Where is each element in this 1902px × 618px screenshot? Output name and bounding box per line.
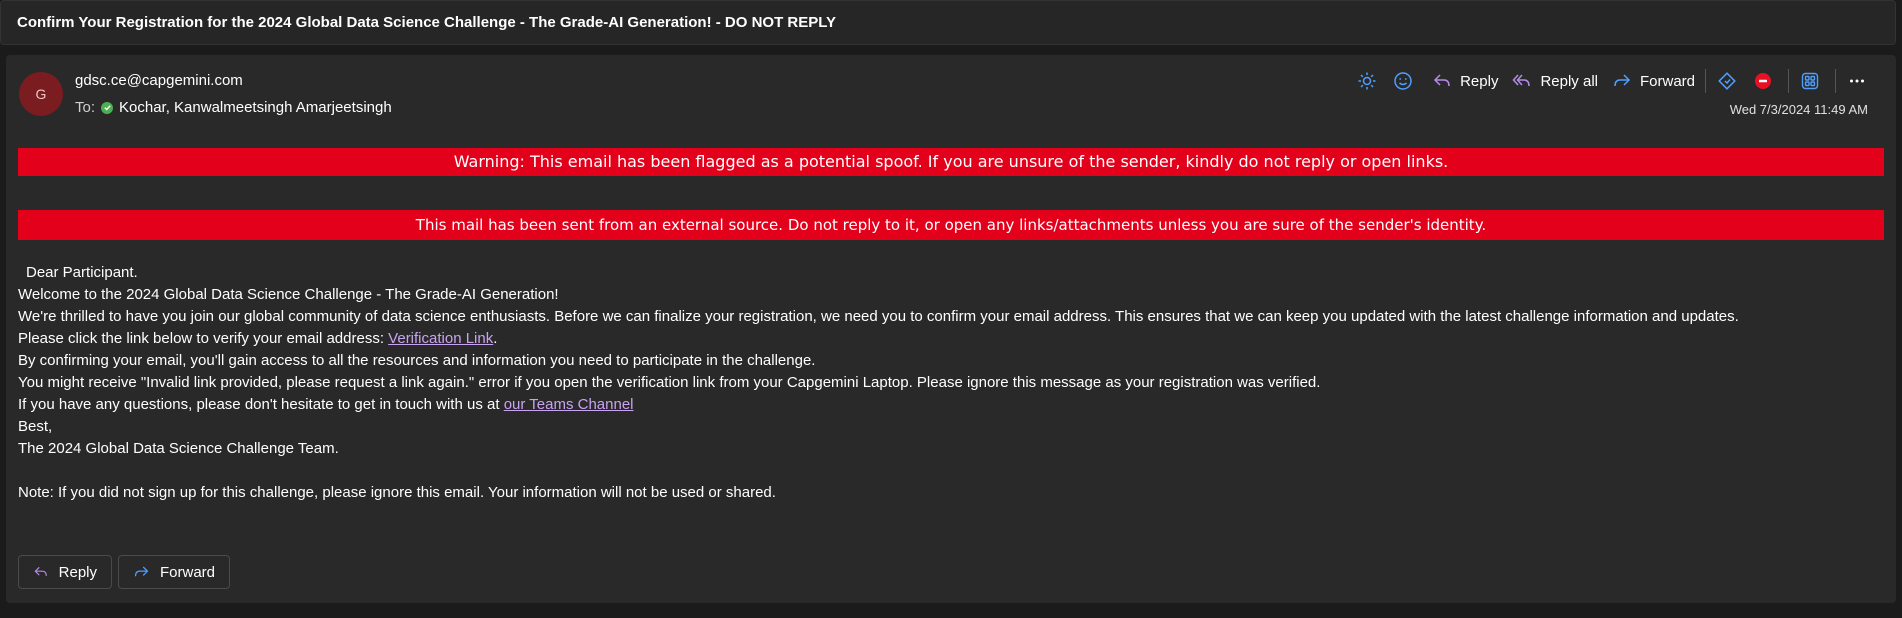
footer-forward-button[interactable]: Forward bbox=[118, 555, 230, 589]
reply-label: Reply bbox=[1460, 72, 1499, 90]
signature: The 2024 Global Data Science Challenge T… bbox=[18, 440, 339, 457]
footer-reply-label: Reply bbox=[58, 563, 97, 581]
forward-label: Forward bbox=[1639, 72, 1695, 90]
to-label: To: bbox=[75, 99, 96, 116]
email-body: Dear Participant. Welcome to the 2024 Gl… bbox=[18, 262, 1874, 504]
reply-all-button[interactable]: Reply all bbox=[1512, 66, 1598, 96]
sign-off: Best, bbox=[18, 418, 53, 435]
questions-line: If you have any questions, please don't … bbox=[18, 396, 634, 413]
greeting: Dear Participant. bbox=[26, 264, 138, 281]
flag-icon[interactable] bbox=[1712, 66, 1742, 96]
teams-channel-link[interactable]: our Teams Channel bbox=[504, 396, 634, 413]
avatar[interactable]: G bbox=[19, 72, 63, 116]
toolbar-divider bbox=[1788, 69, 1789, 93]
spoof-warning-banner: Warning: This email has been flagged as … bbox=[18, 148, 1884, 176]
forward-button[interactable]: Forward bbox=[1612, 66, 1695, 96]
intro-paragraph: We're thrilled to have you join our glob… bbox=[18, 308, 1739, 325]
apps-icon[interactable] bbox=[1795, 66, 1825, 96]
message-toolbar: Reply Reply all Forward bbox=[1346, 66, 1872, 96]
access-line: By confirming your email, you'll gain ac… bbox=[18, 352, 816, 369]
recipient-row: To: Kochar, Kanwalmeetsingh Amarjeetsing… bbox=[75, 99, 392, 116]
stop-icon[interactable] bbox=[1748, 66, 1778, 96]
verify-line: Please click the link below to verify yo… bbox=[18, 330, 498, 347]
invalid-link-note: You might receive "Invalid link provided… bbox=[18, 374, 1321, 391]
presence-available-icon bbox=[101, 101, 114, 114]
verification-link[interactable]: Verification Link bbox=[388, 330, 493, 347]
disclaimer-note: Note: If you did not sign up for this ch… bbox=[18, 484, 776, 501]
forward-icon bbox=[1614, 74, 1631, 87]
more-icon[interactable] bbox=[1842, 66, 1872, 96]
sender-address[interactable]: gdsc.ce@capgemini.com bbox=[75, 72, 243, 89]
forward-icon bbox=[134, 566, 149, 577]
reply-all-icon bbox=[1512, 74, 1531, 87]
reply-button[interactable]: Reply bbox=[1432, 66, 1498, 96]
message-panel: G gdsc.ce@capgemini.com To: Kochar, Kanw… bbox=[6, 55, 1896, 603]
footer-forward-label: Forward bbox=[159, 563, 215, 581]
toolbar-divider bbox=[1835, 69, 1836, 93]
sent-date: Wed 7/3/2024 11:49 AM bbox=[1729, 102, 1868, 117]
emoji-icon[interactable] bbox=[1388, 66, 1418, 96]
email-subject: Confirm Your Registration for the 2024 G… bbox=[0, 0, 1896, 45]
reply-all-label: Reply all bbox=[1540, 72, 1598, 90]
sun-icon[interactable] bbox=[1352, 66, 1382, 96]
footer-reply-button[interactable]: Reply bbox=[18, 555, 112, 589]
recipient-name[interactable]: Kochar, Kanwalmeetsingh Amarjeetsingh bbox=[119, 99, 392, 116]
reply-icon bbox=[34, 566, 47, 576]
toolbar-divider bbox=[1705, 69, 1706, 93]
external-source-banner: This mail has been sent from an external… bbox=[18, 210, 1884, 240]
reply-icon bbox=[1434, 74, 1450, 87]
welcome-line: Welcome to the 2024 Global Data Science … bbox=[18, 286, 559, 303]
